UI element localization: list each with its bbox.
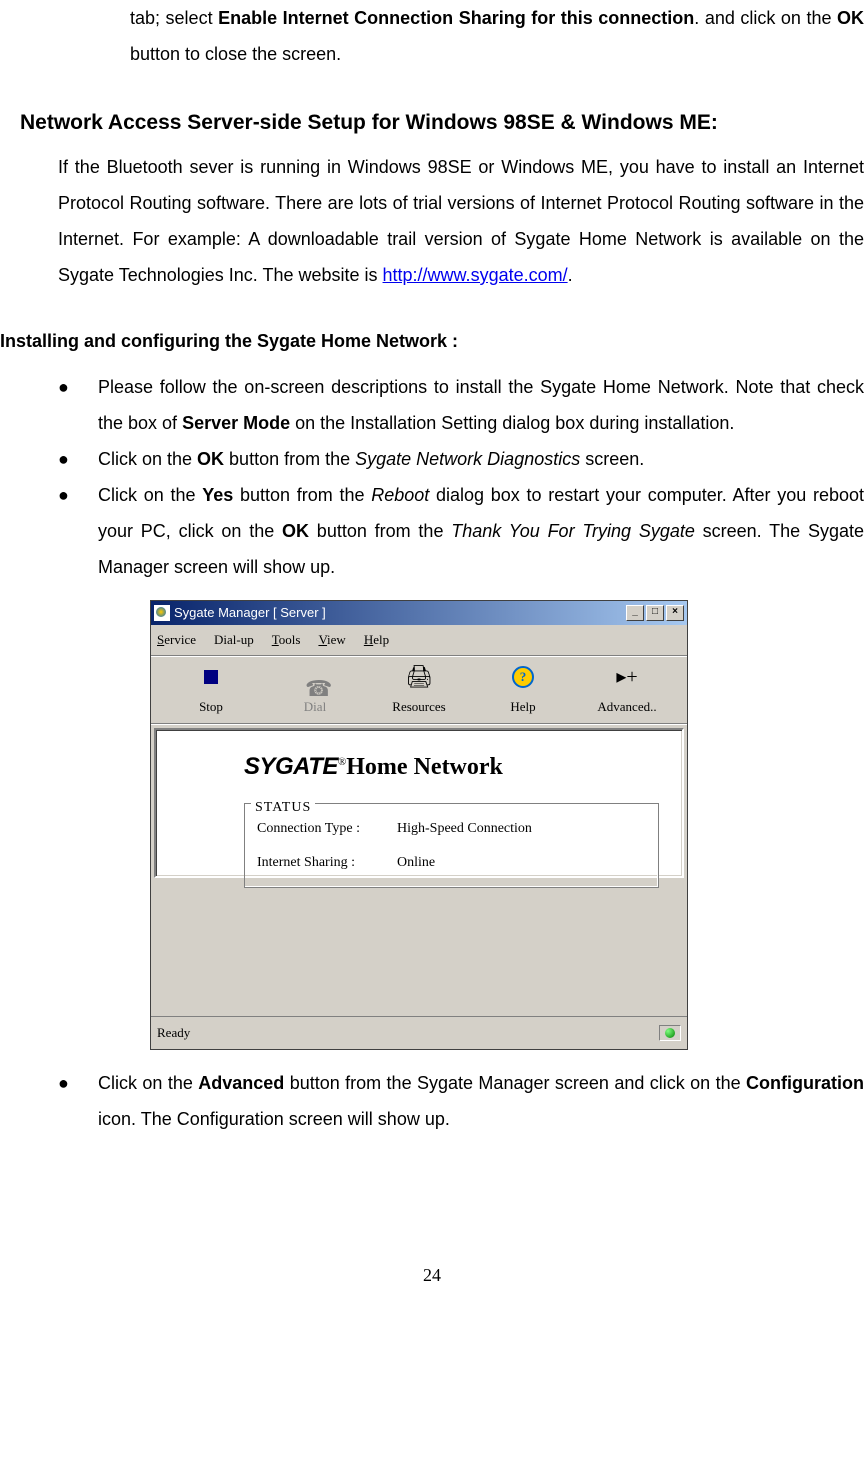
sygate-link[interactable]: http://www.sygate.com/ xyxy=(383,265,568,285)
text: button to close the screen. xyxy=(130,44,341,64)
menu-help[interactable]: Help xyxy=(364,627,389,653)
dial-button[interactable]: ☎ Dial xyxy=(263,662,367,720)
empty-area xyxy=(154,881,684,1013)
stop-button[interactable]: Stop xyxy=(159,662,263,720)
toolbar-label: Dial xyxy=(263,694,367,720)
page-number: 24 xyxy=(0,1257,864,1293)
help-icon: ? xyxy=(512,666,534,688)
sygate-screenshot: Sygate Manager [ Server ] _ □ × Service … xyxy=(150,600,864,1050)
phone-icon: ☎ xyxy=(305,667,325,687)
minimize-button[interactable]: _ xyxy=(626,605,644,621)
sygate-window: Sygate Manager [ Server ] _ □ × Service … xyxy=(150,600,688,1050)
status-row: Internet Sharing : Online xyxy=(257,849,646,877)
advanced-icon: ▸+ xyxy=(616,657,637,697)
toolbar-label: Advanced.. xyxy=(575,694,679,720)
status-title: STATUS xyxy=(251,794,315,822)
bullet-icon: ● xyxy=(58,441,98,477)
registered-mark: ® xyxy=(338,756,346,768)
list-item: ● Click on the Advanced button from the … xyxy=(58,1065,864,1137)
maximize-button[interactable]: □ xyxy=(646,605,664,621)
text: . and click on the xyxy=(694,8,837,28)
toolbar-label: Help xyxy=(471,694,575,720)
close-button[interactable]: × xyxy=(666,605,684,621)
menu-service[interactable]: Service xyxy=(157,627,196,653)
list-item: ● Please follow the on-screen descriptio… xyxy=(58,369,864,441)
text-bold: Enable Internet Connection Sharing for t… xyxy=(218,8,694,28)
status-group: STATUS Connection Type : High-Speed Conn… xyxy=(244,803,659,888)
text: . xyxy=(568,265,573,285)
toolbar-label: Resources xyxy=(367,694,471,720)
list-text: Click on the Yes button from the Reboot … xyxy=(98,477,864,585)
continuation-paragraph: tab; select Enable Internet Connection S… xyxy=(130,0,864,72)
bullet-icon: ● xyxy=(58,1065,98,1137)
text: tab; select xyxy=(130,8,218,28)
toolbar: Stop ☎ Dial 🖨 Resources ? Help ▸+ Advanc… xyxy=(151,655,687,725)
stop-icon xyxy=(204,670,218,684)
resources-icon: 🖨 xyxy=(405,655,433,699)
internet-sharing-label: Internet Sharing : xyxy=(257,849,397,877)
menubar: Service Dial-up Tools View Help xyxy=(151,625,687,655)
list-item: ● Click on the Yes button from the Reboo… xyxy=(58,477,864,585)
list-text: Click on the OK button from the Sygate N… xyxy=(98,441,864,477)
help-button[interactable]: ? Help xyxy=(471,662,575,720)
bullet-icon: ● xyxy=(58,477,98,585)
bullet-icon: ● xyxy=(58,369,98,441)
menu-view[interactable]: View xyxy=(318,627,345,653)
status-row: Connection Type : High-Speed Connection xyxy=(257,815,646,843)
toolbar-label: Stop xyxy=(159,694,263,720)
window-title: Sygate Manager [ Server ] xyxy=(174,600,626,626)
resources-button[interactable]: 🖨 Resources xyxy=(367,662,471,720)
text-bold: OK xyxy=(837,8,864,28)
titlebar: Sygate Manager [ Server ] _ □ × xyxy=(151,601,687,625)
subsection-heading: Installing and configuring the Sygate Ho… xyxy=(0,323,864,359)
statusbar: Ready xyxy=(151,1016,687,1049)
list-item: ● Click on the OK button from the Sygate… xyxy=(58,441,864,477)
window-controls: _ □ × xyxy=(626,605,684,621)
internet-sharing-value: Online xyxy=(397,849,435,877)
body-paragraph: If the Bluetooth sever is running in Win… xyxy=(58,149,864,293)
page-content: tab; select Enable Internet Connection S… xyxy=(0,0,864,1293)
menu-dialup[interactable]: Dial-up xyxy=(214,627,254,653)
connection-type-value: High-Speed Connection xyxy=(397,815,532,843)
instruction-list: ● Please follow the on-screen descriptio… xyxy=(0,369,864,585)
advanced-button[interactable]: ▸+ Advanced.. xyxy=(575,662,679,720)
list-text: Click on the Advanced button from the Sy… xyxy=(98,1065,864,1137)
app-icon xyxy=(154,605,170,621)
status-indicator xyxy=(659,1025,681,1041)
product-logo: SYGATE®Home Network xyxy=(244,743,674,791)
online-icon xyxy=(665,1028,675,1038)
status-text: Ready xyxy=(157,1020,190,1046)
main-panel: SYGATE®Home Network STATUS Connection Ty… xyxy=(154,728,684,878)
section-heading: Network Access Server-side Setup for Win… xyxy=(20,102,864,144)
list-text: Please follow the on-screen descriptions… xyxy=(98,369,864,441)
menu-tools[interactable]: Tools xyxy=(272,627,301,653)
instruction-list-cont: ● Click on the Advanced button from the … xyxy=(0,1065,864,1137)
